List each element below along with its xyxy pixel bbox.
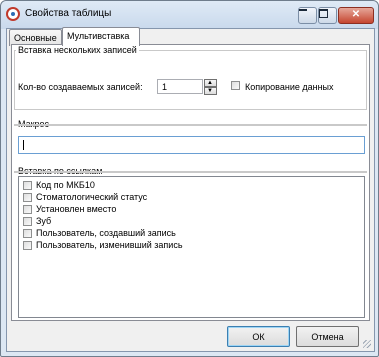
minimize-icon [299,9,307,11]
list-item-label: Пользователь, изменивший запись [36,240,183,250]
count-increment-button[interactable]: ▲ [204,79,217,87]
list-item-checkbox[interactable] [23,181,32,190]
count-decrement-button[interactable]: ▼ [204,87,217,95]
copy-data-checkbox[interactable] [231,81,240,90]
count-label: Кол-во создаваемых записей: [18,82,143,92]
cancel-button[interactable]: Отмена [296,326,359,347]
maximize-button[interactable] [318,7,337,24]
window-title: Свойства таблицы [25,8,112,19]
close-icon: ✕ [351,9,361,20]
list-item-label: Зуб [36,216,52,226]
spin-down-icon: ▼ [207,88,213,94]
macro-input[interactable] [18,136,365,154]
minimize-button[interactable] [298,7,317,24]
resize-grip-icon[interactable] [363,340,371,348]
count-value: 1 [162,82,168,92]
list-item-checkbox[interactable] [23,229,32,238]
links-divider [14,171,367,173]
links-checklist[interactable]: Код по МКБ10 Стоматологический статус Ус… [18,176,365,318]
spin-up-icon: ▲ [207,80,213,86]
count-input[interactable]: 1 [157,79,203,94]
macro-divider [14,124,367,126]
tab-multi-insert[interactable]: Мультивставка [62,27,140,46]
tab-basic-label: Основные [14,33,57,43]
close-button[interactable]: ✕ [338,7,374,24]
ok-button[interactable]: ОК [227,326,290,347]
tab-multi-insert-label: Мультивставка [67,31,130,41]
list-item-checkbox[interactable] [23,193,32,202]
list-item-checkbox[interactable] [23,241,32,250]
multi-insert-group-title: Вставка нескольких записей [16,45,139,55]
list-item-label: Установлен вместо [36,204,117,214]
ok-button-label: ОК [252,332,265,342]
list-item-label: Стоматологический статус [36,192,148,202]
list-item-checkbox[interactable] [23,205,32,214]
list-item-label: Код по МКБ10 [36,180,95,190]
text-caret [23,140,24,150]
dialog-window: Свойства таблицы ✕ Основные Мультивставк… [0,0,379,357]
list-item-checkbox[interactable] [23,217,32,226]
maximize-icon [319,9,328,18]
tab-panel-multi-insert: Вставка нескольких записей Кол-во создав… [11,44,370,321]
app-logo-icon [6,7,20,21]
copy-data-label: Копирование данных [245,82,334,92]
list-item-label: Пользователь, создавший запись [36,228,176,238]
cancel-button-label: Отмена [311,332,344,342]
dialog-client-area: Основные Мультивставка Вставка нескольки… [6,27,375,352]
title-bar[interactable]: Свойства таблицы ✕ [1,1,378,29]
